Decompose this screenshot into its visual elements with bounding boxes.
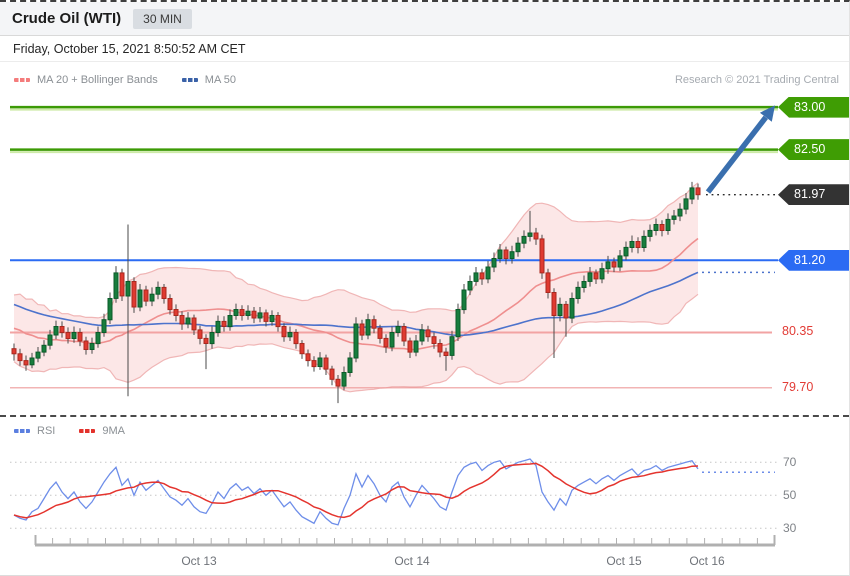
price-label-80.35: 80.35 <box>782 324 814 339</box>
legend-item-rsi: RSI <box>14 425 55 437</box>
x-axis-label-oct-16: Oct 16 <box>689 554 725 568</box>
legend-item-9ma: 9MA <box>79 425 125 437</box>
price-tag-81.97: 81.97 <box>778 184 849 206</box>
ma50-swatch <box>181 78 198 82</box>
legend-item-ma50: MA 50 <box>181 74 236 86</box>
main-legend: MA 20 + Bollinger Bands MA 50 <box>14 74 236 86</box>
date-row: Friday, October 15, 2021 8:50:52 AM CET <box>0 36 849 62</box>
legend-item-ma20-bollinger: MA 20 + Bollinger Bands <box>14 74 158 86</box>
rsi-canvas[interactable] <box>0 417 850 576</box>
chart-card: Crude Oil (WTI) 30 MIN Friday, October 1… <box>0 0 850 576</box>
legend-label-ma20-bollinger: MA 20 + Bollinger Bands <box>37 74 158 86</box>
x-axis-label-oct-15: Oct 15 <box>606 554 642 568</box>
price-tag-82.50: 82.50 <box>778 139 849 161</box>
rsi-guide-label-30: 30 <box>783 521 797 536</box>
chart-header: Crude Oil (WTI) 30 MIN <box>0 2 849 36</box>
rsi-guide-label-70: 70 <box>783 455 797 470</box>
chart-datetime: Friday, October 15, 2021 8:50:52 AM CET <box>13 41 246 56</box>
rsi-line <box>13 458 699 526</box>
rsi-9ma-swatch <box>79 429 96 433</box>
price-tag-83.00: 83.00 <box>778 96 849 118</box>
time-axis <box>34 535 776 547</box>
price-tag-81.20: 81.20 <box>778 249 849 271</box>
rsi-pane: RSI 9MA 70 50 30 Oct 13 Oct 14 Oct 15 Oct 16 <box>0 415 850 576</box>
rsi-swatch <box>14 429 30 433</box>
rsi-guide-label-50: 50 <box>783 488 797 503</box>
rsi-9ma-line <box>13 462 699 519</box>
timeframe-badge[interactable]: 30 MIN <box>133 8 192 29</box>
main-chart-canvas[interactable] <box>0 62 850 415</box>
research-watermark: Research © 2021 Trading Central <box>674 74 839 86</box>
rsi-legend: RSI 9MA <box>14 425 125 437</box>
instrument-title: Crude Oil (WTI) <box>12 10 122 27</box>
legend-label-rsi: RSI <box>37 425 56 437</box>
legend-label-ma50: MA 50 <box>204 74 236 86</box>
price-label-79.70: 79.70 <box>782 379 814 394</box>
ma20-bollinger-swatch <box>14 78 30 82</box>
legend-label-9ma: 9MA <box>102 425 125 437</box>
x-axis-label-oct-13: Oct 13 <box>181 554 217 568</box>
x-axis-label-oct-14: Oct 14 <box>394 554 430 568</box>
main-chart-pane: MA 20 + Bollinger Bands MA 50 Research ©… <box>0 62 849 415</box>
